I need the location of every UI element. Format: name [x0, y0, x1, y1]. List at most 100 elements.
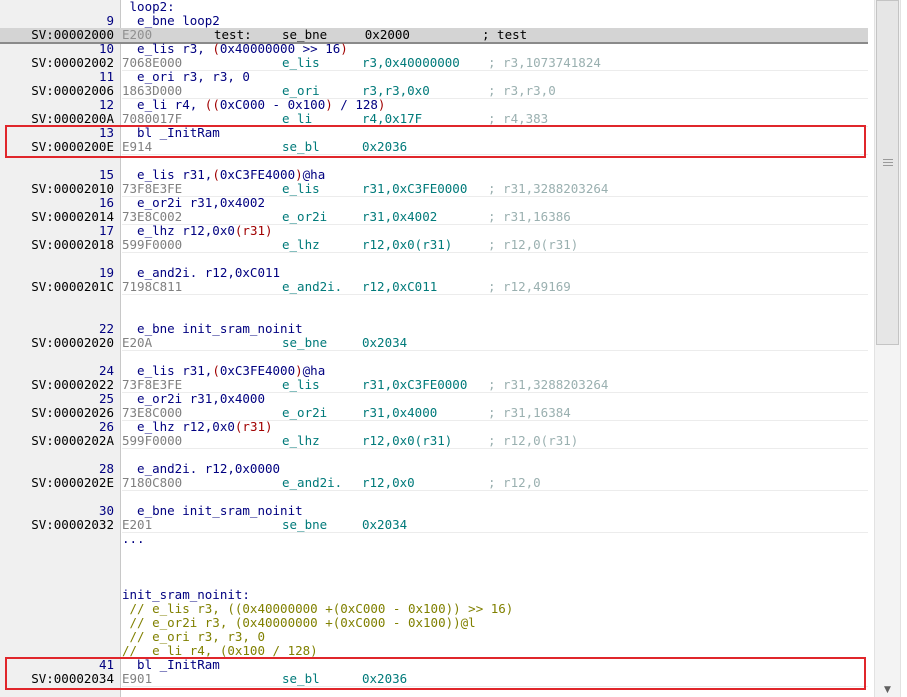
code-line[interactable]: SV:00002020 E20A se_bne 0x2034: [0, 336, 868, 350]
line-content: e_bne init_sram_noinit: [122, 504, 303, 518]
decoded-operands: ; r4,383: [488, 111, 549, 126]
opcode-hex: E20A: [122, 335, 153, 350]
line-content: e_and2i. r12,0x0000: [122, 462, 280, 476]
code-line[interactable]: [0, 154, 868, 168]
code-line[interactable]: SV:0000200E E914 se_bl 0x2036: [0, 140, 868, 154]
code-line[interactable]: 13 bl _InitRam: [0, 126, 868, 140]
code-line[interactable]: SV:0000201C 7198C811 e_and2i. r12,0xC011 ; r…: [0, 280, 868, 294]
opcode-hex: 7068E000: [122, 55, 183, 70]
code-line[interactable]: 24 e_lis r31,(0xC3FE4000)@ha: [0, 364, 868, 378]
code-line[interactable]: // e_or2i r3, (0x40000000 +(0xC000 - 0x1…: [0, 616, 868, 630]
source-text: (r31): [234, 223, 273, 238]
source-line-number: 13: [98, 125, 114, 140]
code-line[interactable]: // e_li r4, (0x100 / 128): [0, 644, 868, 658]
code-line[interactable]: init_sram_noinit:: [0, 588, 868, 602]
code-line[interactable]: 17 e_lhz r12,0x0(r31): [0, 224, 868, 238]
code-line[interactable]: SV:0000202A 599F0000 e_lhz r12,0x0(r31) ; r1…: [0, 434, 868, 448]
code-line[interactable]: 19 e_and2i. r12,0xC011: [0, 266, 868, 280]
decoded-operands: ; r12,0(r31): [488, 237, 579, 252]
source-text: e_lis r31,: [122, 167, 213, 182]
code-line[interactable]: SV:00002032 E201 se_bne 0x2034: [0, 518, 868, 532]
code-line[interactable]: [0, 574, 868, 588]
operands: r3,r3,0x0: [362, 83, 430, 98]
line-content: e_ori r3, r3, 0: [122, 70, 250, 84]
opcode-hex: 73F8E3FE: [122, 377, 183, 392]
address-label: SV:00002014: [31, 209, 114, 224]
code-line[interactable]: [0, 350, 868, 364]
code-line[interactable]: loop2:: [0, 0, 868, 14]
source-line-number: 19: [98, 265, 114, 280]
code-line[interactable]: SV:00002010 73F8E3FE e_lis r31,0xC3FE0000 ; …: [0, 182, 868, 196]
code-line[interactable]: SV:0000200A 7080017F e_li r4,0x17F ; r4,383: [0, 112, 868, 126]
code-line[interactable]: 41 bl _InitRam: [0, 658, 868, 672]
operands: r12,0x0(r31): [362, 433, 453, 448]
decoded-operands: ; r31,3288203264: [488, 181, 609, 196]
source-text: e_li r4,: [122, 97, 205, 112]
code-line[interactable]: SV:00002002 7068E000 e_lis r3,0x40000000 ; r…: [0, 56, 868, 70]
code-line[interactable]: [0, 546, 868, 560]
code-line[interactable]: 16 e_or2i r31,0x4002: [0, 196, 868, 210]
source-text: e_or2i r31,0x4000: [122, 391, 265, 406]
line-content: ...: [122, 532, 145, 546]
source-text: 0xC3FE4000: [219, 363, 296, 378]
code-line[interactable]: SV:0000202E 7180C800 e_and2i. r12,0x0 ; r12,…: [0, 476, 868, 490]
code-line[interactable]: 12 e_li r4, ((0xC000 - 0x100) / 128): [0, 98, 868, 112]
code-line[interactable]: ...: [0, 532, 868, 546]
source-line-number: 16: [98, 195, 114, 210]
operands: r31,0x4000: [362, 405, 438, 420]
code-line[interactable]: 9 e_bne loop2: [0, 14, 868, 28]
opcode-hex: 73F8E3FE: [122, 181, 183, 196]
source-text: @ha: [302, 167, 326, 182]
operands: r31,0xC3FE0000: [362, 181, 468, 196]
code-line[interactable]: 15 e_lis r31,(0xC3FE4000)@ha: [0, 168, 868, 182]
opcode-hex: E201: [122, 517, 153, 532]
disassembly-view[interactable]: loop2: 9 e_bne loop2 SV:00002000 E200 test: s…: [0, 0, 868, 697]
opcode-hex: 1863D000: [122, 83, 183, 98]
source-text: 0xC000 - 0x100: [219, 97, 326, 112]
code-line[interactable]: // e_ori r3, r3, 0: [0, 630, 868, 644]
source-line-number: 11: [98, 69, 114, 84]
code-line[interactable]: SV:00002006 1863D000 e_ori r3,r3,0x0 ; r3,r3…: [0, 84, 868, 98]
scroll-down-arrow-icon[interactable]: ▼: [876, 683, 899, 697]
source-comment: // e_or2i r3, (0x40000000 +(0xC000 - 0x1…: [122, 615, 476, 630]
code-line[interactable]: SV:00002026 73E8C000 e_or2i r31,0x4000 ; r31…: [0, 406, 868, 420]
vertical-scrollbar[interactable]: ▼: [868, 0, 907, 697]
code-line[interactable]: SV:00002034 E901 se_bl 0x2036: [0, 672, 868, 686]
code-line[interactable]: 25 e_or2i r31,0x4000: [0, 392, 868, 406]
opcode-hex: 73E8C000: [122, 405, 183, 420]
address-label: SV:00002000: [31, 27, 114, 42]
source-line-number: 17: [98, 223, 114, 238]
code-line[interactable]: [0, 490, 868, 504]
decoded-operands: ; r12,0: [488, 475, 541, 490]
code-line[interactable]: 22 e_bne init_sram_noinit: [0, 322, 868, 336]
mnemonic: e_lhz: [282, 433, 320, 448]
mnemonic: e_and2i.: [282, 279, 343, 294]
line-content: // e_li r4, (0x100 / 128): [122, 644, 318, 658]
source-text: init_sram_noinit:: [122, 587, 250, 602]
source-line-number: 9: [106, 13, 114, 28]
code-line[interactable]: [0, 252, 868, 266]
mnemonic: e_lhz: [282, 237, 320, 252]
code-line[interactable]: SV:00002018 599F0000 e_lhz r12,0x0(r31) ; r1…: [0, 238, 868, 252]
code-line[interactable]: [0, 448, 868, 462]
code-line[interactable]: [0, 294, 868, 308]
code-line[interactable]: 28 e_and2i. r12,0x0000: [0, 462, 868, 476]
code-line[interactable]: // e_lis r3, ((0x40000000 +(0xC000 - 0x1…: [0, 602, 868, 616]
code-line[interactable]: 30 e_bne init_sram_noinit: [0, 504, 868, 518]
label-column: test:: [214, 27, 252, 42]
code-line[interactable]: [0, 560, 868, 574]
code-line[interactable]: 11 e_ori r3, r3, 0: [0, 70, 868, 84]
code-line[interactable]: 26 e_lhz r12,0x0(r31): [0, 420, 868, 434]
code-line[interactable]: [0, 308, 868, 322]
address-label: SV:00002006: [31, 83, 114, 98]
source-text: ((: [204, 97, 220, 112]
scrollbar-thumb[interactable]: [876, 0, 899, 345]
source-line-number: 15: [98, 167, 114, 182]
source-comment: // e_ori r3, r3, 0: [122, 629, 265, 644]
line-content: e_bne loop2: [122, 14, 220, 28]
scroll-grip-icon: [883, 159, 893, 167]
line-content: bl _InitRam: [122, 658, 220, 672]
code-line[interactable]: SV:00002022 73F8E3FE e_lis r31,0xC3FE0000 ; …: [0, 378, 868, 392]
code-line[interactable]: 10 e_lis r3, (0x40000000 >> 16): [0, 42, 868, 56]
code-line[interactable]: SV:00002014 73E8C002 e_or2i r31,0x4002 ; r31…: [0, 210, 868, 224]
